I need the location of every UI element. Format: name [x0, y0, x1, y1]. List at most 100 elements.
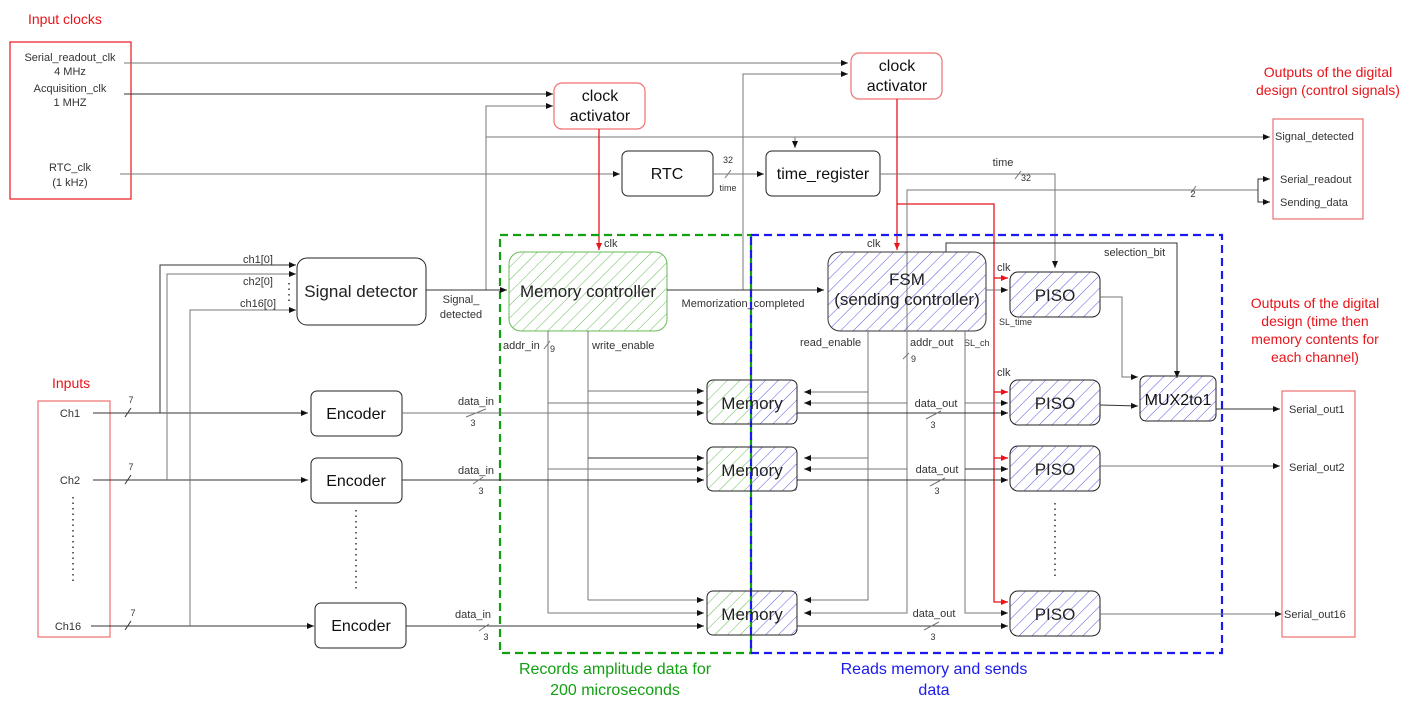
sending-region-caption-2: data [918, 682, 949, 699]
signal-detector-label: Signal detector [304, 282, 418, 301]
clock-activator-1-line2: activator [570, 108, 631, 125]
encoder-2-label: Encoder [326, 473, 386, 490]
bus-slash [929, 477, 946, 487]
outputs-control-heading-1: Outputs of the digital [1264, 64, 1392, 80]
data-out-1-label: data_out [915, 398, 958, 410]
output-serial-readout: Serial_readout [1280, 174, 1352, 186]
data-in-1-label: data_in [458, 396, 494, 408]
piso-1-label: PISO [1035, 394, 1076, 413]
outputs-data-box [1281, 390, 1356, 638]
mem-ctrl-clk-label: clk [604, 238, 618, 250]
outputs-data-heading-3: memory contents for [1251, 331, 1379, 347]
piso-1-clk-label: clk [997, 367, 1011, 379]
ch2-width: 7 [128, 462, 133, 472]
ch1-bit-label: ch1[0] [243, 254, 273, 266]
sending-data-wire [1257, 190, 1270, 205]
time-width: 32 [1021, 173, 1031, 183]
data-out-2-label: data_out [916, 464, 959, 476]
rtc-label: RTC [651, 166, 684, 183]
fsm-clk-label: clk [867, 238, 881, 250]
signal-detected-label-1: Signal_ [443, 294, 481, 306]
encoder-1-label: Encoder [326, 406, 386, 423]
write-enable-label: write_enable [591, 340, 654, 352]
time-label: time [993, 157, 1014, 169]
bus-slash [902, 352, 910, 360]
sl-time-label: SL_time [999, 317, 1032, 327]
ch1-bit-wire [159, 262, 296, 413]
serial-readout-freq: 4 MHz [54, 66, 86, 78]
data-out-16-label: data_out [913, 608, 956, 620]
piso-16-label: PISO [1035, 605, 1076, 624]
block-diagram: Input clocks Serial_readout_clk 4 MHz Ac… [9, 11, 1400, 699]
serial-readout-wire [1257, 176, 1270, 190]
memory-16-label: Memory [721, 605, 783, 624]
selection-bit-label: selection_bit [1104, 247, 1165, 259]
output-signal-detected: Signal_detected [1275, 131, 1354, 143]
ch16-bit-wire [189, 307, 296, 626]
memory-controller-label: Memory controller [520, 282, 656, 301]
recording-region-caption-2: 200 microseconds [550, 682, 680, 699]
data-in-2-width: 3 [478, 486, 483, 496]
data-in-16-label: data_in [455, 609, 491, 621]
addr-out-bus [804, 331, 908, 616]
fsm-label-1: FSM [889, 270, 925, 289]
inputs-box [37, 400, 111, 638]
memory-2: Memory [706, 446, 798, 492]
piso-time-label: PISO [1035, 286, 1076, 305]
memory-1: Memory [706, 379, 798, 425]
rtc-time-width: 32 [723, 155, 733, 165]
input-ch2: Ch2 [60, 475, 80, 487]
piso-1-to-mux [1099, 402, 1139, 409]
fsm-label-2: (sending controller) [834, 290, 980, 309]
bus-slash [925, 410, 942, 420]
output-serial-out2: Serial_out2 [1289, 462, 1345, 474]
ch16-width: 7 [130, 608, 135, 618]
ch2-bit-wire [166, 271, 296, 480]
acquisition-freq: 1 MHZ [54, 97, 87, 109]
rtc-time-label: time [719, 183, 736, 193]
inputs-heading: Inputs [52, 375, 90, 391]
addr-out-width: 9 [911, 354, 916, 364]
memory-16: Memory [706, 590, 798, 636]
memory-2-label: Memory [721, 461, 783, 480]
data-out-16-width: 3 [930, 632, 935, 642]
data-in-1-width: 3 [470, 418, 475, 428]
read-enable-label: read_enable [800, 337, 861, 349]
signal-detected-label-2: detected [440, 309, 482, 321]
data-in-16-width: 3 [483, 632, 488, 642]
piso-time-clk-label: clk [997, 262, 1011, 274]
piso-time-to-mux [1100, 296, 1138, 380]
data-out-2-width: 3 [934, 486, 939, 496]
ch16-bit-label: ch16[0] [240, 298, 276, 310]
clock-activator-1-line1: clock [582, 88, 619, 105]
input-ch16: Ch16 [55, 621, 81, 633]
control-bus-width: 2 [1190, 189, 1195, 199]
output-serial-out16: Serial_out16 [1284, 609, 1346, 621]
output-serial-out1: Serial_out1 [1289, 404, 1345, 416]
bus-slash [478, 623, 490, 632]
data-out-1-width: 3 [930, 420, 935, 430]
memory-1-label: Memory [721, 394, 783, 413]
outputs-data-heading-4: each channel) [1271, 349, 1359, 365]
ch2-bit-label: ch2[0] [243, 276, 273, 288]
mux-label: MUX2to1 [1145, 392, 1212, 409]
read-enable-bus-lower [804, 392, 869, 603]
acquisition-clk-label: Acquisition_clk [34, 83, 107, 95]
memorization-completed-label: Memorization_completed [682, 298, 805, 310]
recording-region-caption-1: Records amplitude data for [519, 661, 712, 678]
rtc-clk-label: RTC_clk [49, 162, 91, 174]
clock-activator-2-line1: clock [879, 58, 916, 75]
sending-region-caption-1: Reads memory and sends [841, 661, 1028, 678]
addr-in-label: addr_in [503, 340, 540, 352]
input-ch1: Ch1 [60, 408, 80, 420]
clock-activator-2-line2: activator [867, 78, 928, 95]
encoder-16-label: Encoder [331, 618, 391, 635]
input-clocks-heading: Input clocks [28, 11, 102, 27]
outputs-data-heading-2: design (time then [1261, 313, 1368, 329]
addr-in-width: 9 [550, 344, 555, 354]
sl-ch-label: SL_ch [964, 338, 990, 348]
data-in-2-label: data_in [458, 465, 494, 477]
ch1-width: 7 [128, 395, 133, 405]
outputs-data-heading-1: Outputs of the digital [1251, 295, 1379, 311]
outputs-control-heading-2: design (control signals) [1256, 82, 1400, 98]
